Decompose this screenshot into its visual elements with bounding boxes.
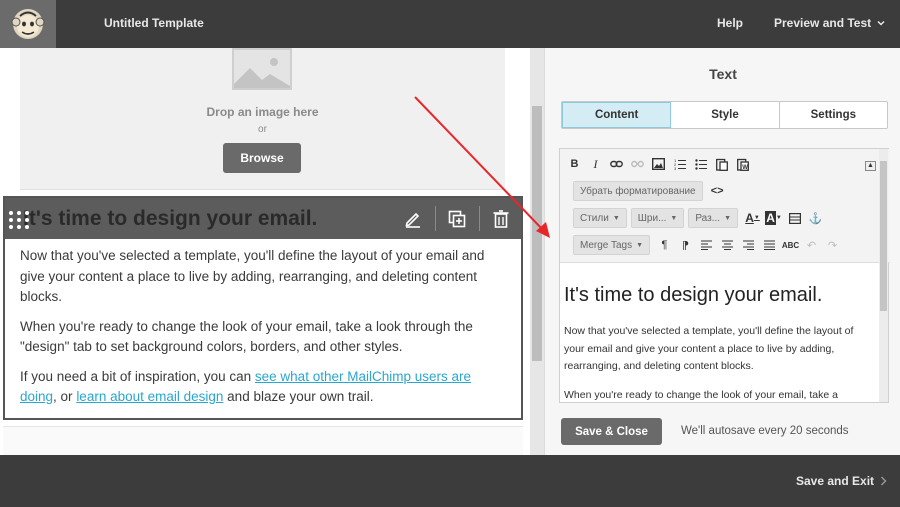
rich-text-editor: ▲ B I 123 W Убрать форматирование <> Сти… (559, 148, 890, 403)
save-and-close-button[interactable]: Save & Close (561, 418, 662, 445)
chimp-icon (11, 9, 45, 39)
toolbar-row-4: Merge Tags ▼ ¶ ⁋ ABC ↶ ↷ (573, 235, 843, 255)
delete-block-button[interactable] (479, 198, 523, 239)
tab-style[interactable]: Style (671, 102, 780, 128)
scrollbar-thumb[interactable] (532, 106, 542, 361)
bold-icon[interactable]: B (564, 154, 585, 174)
align-justify-icon[interactable] (759, 235, 780, 255)
toolbar-row-2: Убрать форматирование <> (573, 181, 728, 201)
bullet-list-icon[interactable] (690, 154, 711, 174)
italic-icon[interactable]: I (585, 154, 606, 174)
spellcheck-icon[interactable]: ABC (780, 235, 801, 255)
size-dropdown[interactable]: Раз... ▼ (688, 208, 738, 228)
image-icon[interactable] (648, 154, 669, 174)
image-placeholder-icon (232, 48, 292, 90)
body-paragraph: When you're ready to change the look of … (20, 318, 473, 355)
email-design-link[interactable]: learn about email design (76, 389, 223, 404)
paragraph-ltr-icon[interactable]: ¶ (654, 235, 675, 255)
editor-toolbar: ▲ B I 123 W Убрать форматирование <> Сти… (560, 149, 890, 263)
editor-heading: It's time to design your email. (564, 284, 823, 306)
collapse-toolbar-button[interactable]: ▲ (865, 161, 876, 171)
caret-down-icon: ▼ (724, 214, 731, 222)
text-content-block[interactable]: It's time to design your email. Now that… (3, 196, 523, 420)
top-bar: Untitled Template Help Preview and Test (0, 0, 900, 48)
toolbar-row-1: B I 123 W (564, 154, 753, 174)
font-dropdown[interactable]: Шри... ▼ (630, 208, 685, 228)
help-link[interactable]: Help (717, 16, 743, 30)
paragraph-rtl-icon[interactable]: ⁋ (675, 235, 696, 255)
styles-dropdown[interactable]: Стили ▼ (573, 208, 627, 228)
caret-down-icon: ▼ (636, 241, 644, 249)
edit-block-button[interactable] (391, 198, 435, 239)
block-heading: It's time to design your email. (23, 207, 318, 230)
panel-title: Text (709, 66, 737, 82)
drop-image-text: Drop an image here (206, 105, 319, 119)
paste-icon[interactable] (711, 154, 732, 174)
remove-format-button[interactable]: Убрать форматирование (573, 181, 703, 201)
paste-word-icon[interactable]: W (732, 154, 753, 174)
duplicate-block-button[interactable] (435, 198, 479, 239)
chevron-right-icon (881, 476, 887, 486)
preview-and-test-menu[interactable]: Preview and Test (774, 16, 885, 30)
editor-content-area[interactable]: It's time to design your email. Now that… (560, 263, 890, 403)
canvas-footer-area (3, 426, 523, 455)
text-color-icon[interactable]: A ▼ (742, 208, 763, 228)
tab-settings[interactable]: Settings (780, 102, 887, 128)
chevron-down-icon (877, 20, 885, 26)
canvas-scrollbar[interactable] (530, 48, 544, 455)
unlink-icon[interactable] (627, 154, 648, 174)
toolbar-row-3: Стили ▼ Шри... ▼ Раз... ▼ A ▼ A ▼ ⚓ (573, 208, 826, 228)
undo-icon[interactable]: ↶ (801, 235, 822, 255)
table-icon[interactable] (784, 208, 805, 228)
duplicate-icon (448, 210, 466, 227)
editor-paragraph: Now that you've selected a template, you… (564, 325, 854, 372)
autosave-notice: We'll autosave every 20 seconds (681, 425, 849, 437)
svg-text:3: 3 (674, 166, 677, 170)
template-title: Untitled Template (104, 16, 204, 30)
editor-scrollbar-thumb[interactable] (880, 161, 887, 311)
link-icon[interactable] (606, 154, 627, 174)
body-paragraph: If you need a bit of inspiration, you ca… (20, 368, 471, 405)
bottom-bar: Save and Exit (0, 455, 900, 507)
save-and-exit-label: Save and Exit (796, 474, 875, 488)
background-color-icon[interactable]: A ▼ (763, 208, 784, 228)
tab-content[interactable]: Content (562, 102, 672, 128)
align-right-icon[interactable] (738, 235, 759, 255)
block-editor-panel: Text Content Style Settings ▲ B I 123 W … (544, 48, 900, 455)
mailchimp-logo[interactable] (0, 0, 56, 48)
save-and-exit-button[interactable]: Save and Exit (796, 474, 887, 488)
align-center-icon[interactable] (717, 235, 738, 255)
anchor-icon[interactable]: ⚓ (805, 208, 826, 228)
svg-text:W: W (742, 165, 748, 171)
body-paragraph: Now that you've selected a template, you… (20, 248, 485, 304)
drag-handle-icon[interactable] (8, 210, 30, 230)
pencil-icon (405, 212, 420, 228)
or-text: or (258, 124, 267, 135)
align-left-icon[interactable] (696, 235, 717, 255)
numbered-list-icon[interactable]: 123 (669, 154, 690, 174)
caret-down-icon: ▼ (670, 214, 678, 222)
email-canvas: Drop an image here or Browse It's time t… (0, 48, 530, 455)
redo-icon[interactable]: ↷ (822, 235, 843, 255)
block-toolbar: It's time to design your email. (5, 198, 521, 239)
browse-button[interactable]: Browse (223, 143, 301, 173)
caret-down-icon: ▼ (612, 214, 620, 222)
image-drop-block[interactable]: Drop an image here or Browse (20, 48, 505, 190)
editor-scrollbar[interactable] (879, 149, 888, 402)
editor-body: Now that you've selected a template, you… (564, 323, 874, 403)
preview-label: Preview and Test (774, 16, 872, 30)
merge-tags-dropdown[interactable]: Merge Tags ▼ (573, 235, 651, 255)
block-body: Now that you've selected a template, you… (20, 246, 510, 417)
editor-paragraph: When you're ready to change the look of … (564, 388, 838, 401)
trash-icon (493, 209, 509, 228)
source-code-icon[interactable]: <> (707, 181, 728, 201)
editor-tabs: Content Style Settings (561, 101, 888, 129)
